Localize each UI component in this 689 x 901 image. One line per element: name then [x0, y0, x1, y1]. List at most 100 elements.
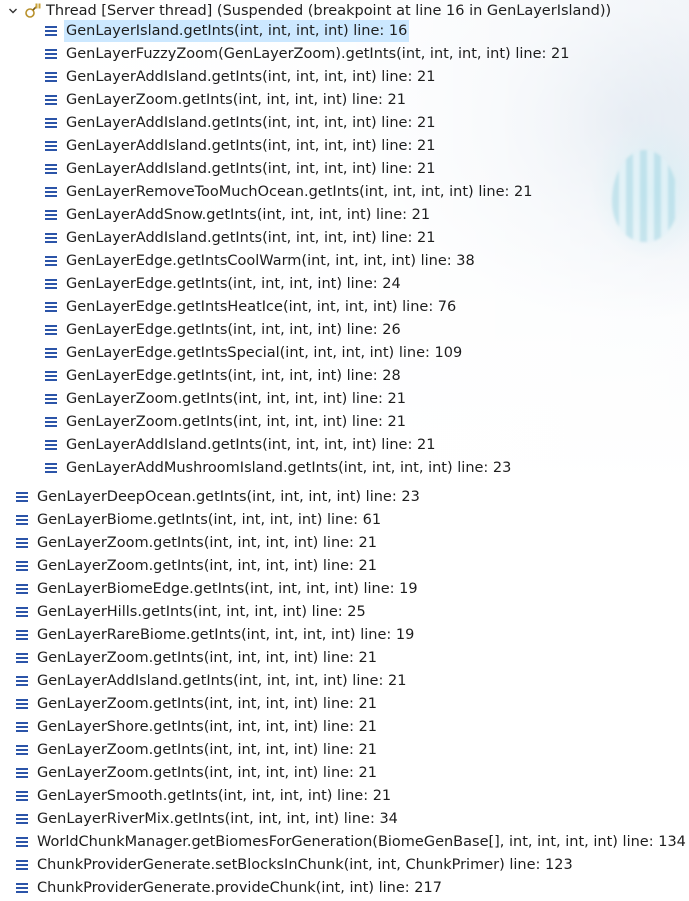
stack-frame-icon [15, 629, 29, 641]
stack-frame-label: GenLayerRemoveTooMuchOcean.getInts(int, … [66, 184, 533, 200]
stack-frame-row[interactable]: GenLayerAddIsland.getInts(int, int, int,… [44, 135, 437, 157]
stack-frame-label: GenLayerAddIsland.getInts(int, int, int,… [66, 138, 436, 154]
stack-frame-label: GenLayerRiverMix.getInts(int, int, int, … [37, 811, 398, 827]
chevron-down-icon[interactable] [6, 0, 20, 22]
stack-frame-row[interactable]: GenLayerAddIsland.getInts(int, int, int,… [15, 670, 408, 692]
stack-frame-label: GenLayerZoom.getInts(int, int, int, int)… [37, 742, 378, 758]
stack-frame-icon [15, 514, 29, 526]
stack-frame-label: GenLayerZoom.getInts(int, int, int, int)… [37, 535, 378, 551]
thread-node[interactable]: Thread [Server thread] (Suspended (break… [6, 0, 613, 22]
stack-frame-label: GenLayerZoom.getInts(int, int, int, int)… [37, 558, 378, 574]
stack-frame-icon [15, 813, 29, 825]
stack-frame-row[interactable]: GenLayerZoom.getInts(int, int, int, int)… [15, 693, 379, 715]
stack-frame-label: GenLayerAddMushroomIsland.getInts(int, i… [66, 460, 512, 476]
stack-frame-row[interactable]: GenLayerHills.getInts(int, int, int, int… [15, 601, 368, 623]
stack-frame-label: GenLayerZoom.getInts(int, int, int, int)… [37, 765, 378, 781]
stack-frame-icon [15, 675, 29, 687]
stack-frame-icon [44, 209, 58, 221]
stack-frame-label: GenLayerZoom.getInts(int, int, int, int)… [37, 696, 378, 712]
stack-frame-icon [44, 370, 58, 382]
stack-frame-row[interactable]: GenLayerAddIsland.getInts(int, int, int,… [44, 227, 437, 249]
stack-frame-row[interactable]: GenLayerEdge.getIntsSpecial(int, int, in… [44, 342, 464, 364]
stack-frame-row[interactable]: GenLayerBiome.getInts(int, int, int, int… [15, 509, 383, 531]
stack-frame-icon [15, 721, 29, 733]
stack-frame-row[interactable]: GenLayerZoom.getInts(int, int, int, int)… [44, 89, 408, 111]
stack-frame-label: GenLayerShore.getInts(int, int, int, int… [37, 719, 378, 735]
stack-frame-icon [44, 439, 58, 451]
stack-frame-row[interactable]: GenLayerBiomeEdge.getInts(int, int, int,… [15, 578, 420, 600]
stack-frame-icon [44, 393, 58, 405]
stack-frame-row[interactable]: GenLayerIsland.getInts(int, int, int, in… [44, 20, 410, 42]
balloon-decoration [612, 150, 678, 242]
stack-frame-icon [44, 255, 58, 267]
stack-frame-label: GenLayerAddIsland.getInts(int, int, int,… [66, 69, 436, 85]
stack-frame-row[interactable]: GenLayerEdge.getIntsHeatIce(int, int, in… [44, 296, 458, 318]
stack-frame-row[interactable]: GenLayerAddMushroomIsland.getInts(int, i… [44, 457, 513, 479]
stack-frame-icon [44, 186, 58, 198]
stack-frame-row[interactable]: GenLayerDeepOcean.getInts(int, int, int,… [15, 486, 422, 508]
stack-frame-row[interactable]: GenLayerAddIsland.getInts(int, int, int,… [44, 434, 437, 456]
stack-frame-icon [44, 140, 58, 152]
stack-frame-icon [15, 491, 29, 503]
stack-frame-label: GenLayerFuzzyZoom(GenLayerZoom).getInts(… [66, 46, 570, 62]
stack-frame-row[interactable]: ChunkProviderGenerate.provideChunk(int, … [15, 877, 444, 899]
stack-frame-label: GenLayerEdge.getInts(int, int, int, int)… [66, 368, 401, 384]
stack-frame-row[interactable]: GenLayerAddIsland.getInts(int, int, int,… [44, 112, 437, 134]
stack-frame-row[interactable]: GenLayerRiverMix.getInts(int, int, int, … [15, 808, 400, 830]
stack-frame-row[interactable]: GenLayerAddSnow.getInts(int, int, int, i… [44, 204, 432, 226]
stack-frame-label: GenLayerSmooth.getInts(int, int, int, in… [37, 788, 392, 804]
stack-frame-label: GenLayerAddIsland.getInts(int, int, int,… [37, 673, 407, 689]
stack-frame-label: GenLayerEdge.getInts(int, int, int, int)… [66, 276, 401, 292]
stack-frame-icon [44, 347, 58, 359]
stack-frame-label: GenLayerEdge.getIntsSpecial(int, int, in… [66, 345, 463, 361]
stack-frame-row[interactable]: GenLayerRareBiome.getInts(int, int, int,… [15, 624, 416, 646]
stack-frame-icon [15, 698, 29, 710]
stack-frame-icon [44, 324, 58, 336]
stack-frame-row[interactable]: GenLayerZoom.getInts(int, int, int, int)… [44, 388, 408, 410]
stack-frame-icon [44, 232, 58, 244]
stack-frame-icon [44, 462, 58, 474]
stack-frame-row[interactable]: GenLayerFuzzyZoom(GenLayerZoom).getInts(… [44, 43, 571, 65]
stack-frame-icon [44, 117, 58, 129]
stack-frame-row[interactable]: GenLayerZoom.getInts(int, int, int, int)… [15, 739, 379, 761]
stack-frame-icon [44, 94, 58, 106]
stack-frame-label: GenLayerIsland.getInts(int, int, int, in… [64, 20, 410, 42]
stack-frame-icon [15, 859, 29, 871]
stack-frame-row[interactable]: GenLayerZoom.getInts(int, int, int, int)… [15, 532, 379, 554]
stack-frame-icon [15, 606, 29, 618]
stack-frame-row[interactable]: GenLayerEdge.getInts(int, int, int, int)… [44, 319, 403, 341]
stack-frame-label: GenLayerZoom.getInts(int, int, int, int)… [37, 650, 378, 666]
stack-frame-row[interactable]: GenLayerZoom.getInts(int, int, int, int)… [15, 762, 379, 784]
stack-frame-label: GenLayerBiomeEdge.getInts(int, int, int,… [37, 581, 418, 597]
stack-frame-label: GenLayerRareBiome.getInts(int, int, int,… [37, 627, 415, 643]
stack-frame-row[interactable]: GenLayerAddIsland.getInts(int, int, int,… [44, 158, 437, 180]
stack-frame-label: ChunkProviderGenerate.provideChunk(int, … [37, 880, 442, 896]
stack-frame-label: GenLayerAddIsland.getInts(int, int, int,… [66, 115, 436, 131]
stack-frame-label: GenLayerZoom.getInts(int, int, int, int)… [66, 92, 407, 108]
stack-frame-icon [15, 836, 29, 848]
stack-frame-label: GenLayerHills.getInts(int, int, int, int… [37, 604, 366, 620]
stack-frame-label: GenLayerDeepOcean.getInts(int, int, int,… [37, 489, 420, 505]
stack-frame-row[interactable]: GenLayerSmooth.getInts(int, int, int, in… [15, 785, 393, 807]
stack-frame-label: ChunkProviderGenerate.setBlocksInChunk(i… [37, 857, 573, 873]
stack-frame-icon [44, 278, 58, 290]
stack-frame-row[interactable]: GenLayerShore.getInts(int, int, int, int… [15, 716, 379, 738]
stack-frame-icon [44, 48, 58, 60]
stack-frame-row[interactable]: GenLayerAddIsland.getInts(int, int, int,… [44, 66, 437, 88]
stack-frame-row[interactable]: GenLayerZoom.getInts(int, int, int, int)… [15, 647, 379, 669]
stack-frame-row[interactable]: GenLayerZoom.getInts(int, int, int, int)… [15, 555, 379, 577]
stack-frame-row[interactable]: GenLayerEdge.getIntsCoolWarm(int, int, i… [44, 250, 477, 272]
stack-frame-row[interactable]: GenLayerEdge.getInts(int, int, int, int)… [44, 273, 403, 295]
stack-frame-icon [15, 537, 29, 549]
stack-frame-icon [15, 767, 29, 779]
stack-frame-row[interactable]: GenLayerZoom.getInts(int, int, int, int)… [44, 411, 408, 433]
stack-frame-icon [15, 652, 29, 664]
stack-frame-row[interactable]: GenLayerEdge.getInts(int, int, int, int)… [44, 365, 403, 387]
stack-frame-row[interactable]: ChunkProviderGenerate.setBlocksInChunk(i… [15, 854, 575, 876]
thread-suspended-icon [24, 2, 42, 20]
stack-frame-row[interactable]: GenLayerRemoveTooMuchOcean.getInts(int, … [44, 181, 534, 203]
stack-frame-icon [44, 301, 58, 313]
stack-frame-label: GenLayerAddIsland.getInts(int, int, int,… [66, 161, 436, 177]
stack-frame-label: GenLayerAddIsland.getInts(int, int, int,… [66, 230, 436, 246]
stack-frame-row[interactable]: WorldChunkManager.getBiomesForGeneration… [15, 831, 688, 853]
